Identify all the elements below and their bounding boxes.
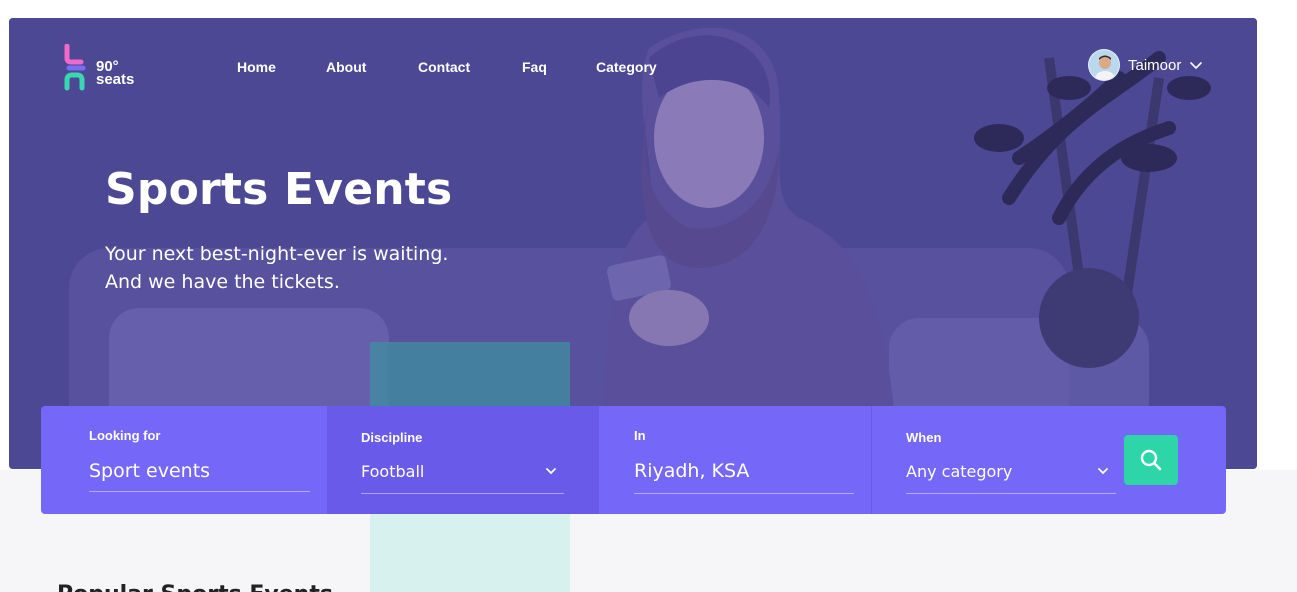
looking-for-label: Looking for <box>89 428 161 443</box>
field-underline <box>89 491 310 492</box>
nav-category[interactable]: Category <box>596 59 657 75</box>
nav-faq[interactable]: Faq <box>522 59 547 75</box>
field-underline <box>361 493 564 494</box>
page: 90° seats Home About Contact Faq Categor… <box>0 0 1297 592</box>
decorative-strip <box>370 342 570 406</box>
field-underline <box>634 493 854 494</box>
field-underline <box>906 493 1116 494</box>
hero-subtitle-line: Your next best-night-ever is waiting. <box>105 243 449 265</box>
search-button[interactable] <box>1124 435 1178 485</box>
chevron-down-icon[interactable] <box>1097 466 1109 476</box>
discipline-field[interactable]: Discipline Football <box>327 406 599 514</box>
logo-text-bottom: seats <box>96 71 135 88</box>
hero-subtitle: Your next best-night-ever is waiting. An… <box>105 240 448 296</box>
hero-subtitle-line: And we have the tickets. <box>105 271 340 293</box>
avatar-icon <box>1089 50 1119 80</box>
user-avatar[interactable] <box>1088 49 1120 81</box>
location-label: In <box>634 428 646 443</box>
looking-for-field[interactable]: Looking for Sport events <box>41 406 327 514</box>
section-title: Popular Sports Events <box>57 582 333 592</box>
when-label: When <box>906 430 942 445</box>
chevron-down-icon[interactable] <box>1189 58 1203 72</box>
when-select[interactable]: Any category <box>906 462 1012 481</box>
looking-for-input[interactable]: Sport events <box>89 460 210 482</box>
decorative-strip <box>370 514 570 592</box>
page-title: Sports Events <box>105 164 453 215</box>
nav-contact[interactable]: Contact <box>418 59 470 75</box>
user-menu[interactable]: Taimoor <box>1088 49 1203 81</box>
chevron-down-icon[interactable] <box>545 466 557 476</box>
location-field[interactable]: In Riyadh, KSA <box>599 406 871 514</box>
user-name[interactable]: Taimoor <box>1128 57 1181 74</box>
nav-home[interactable]: Home <box>237 59 276 75</box>
discipline-select[interactable]: Football <box>361 462 424 481</box>
location-input[interactable]: Riyadh, KSA <box>634 460 749 482</box>
discipline-label: Discipline <box>361 430 423 445</box>
nav-about[interactable]: About <box>326 59 366 75</box>
search-bar: Looking for Sport events Discipline Foot… <box>41 406 1226 514</box>
search-icon <box>1140 449 1162 471</box>
when-field[interactable]: When Any category <box>872 406 1122 514</box>
logo-text: 90° seats <box>96 59 135 88</box>
